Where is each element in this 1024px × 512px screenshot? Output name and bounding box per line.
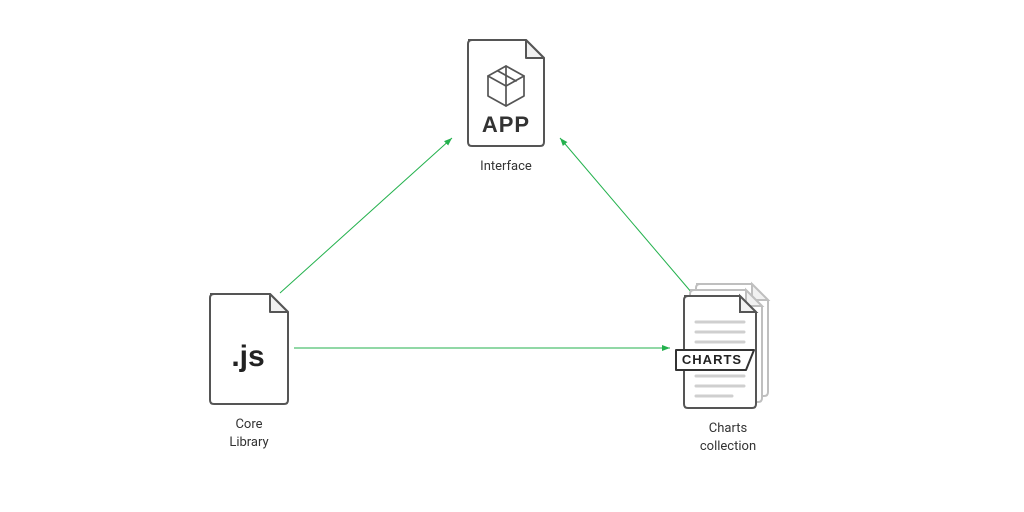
interface-caption: Interface [480, 158, 532, 176]
app-label-text: APP [482, 112, 530, 137]
core-caption: CoreLibrary [229, 416, 268, 451]
file-icon-app: APP [460, 36, 552, 150]
file-stack-icon-charts: CHARTS [672, 280, 784, 412]
diagram-canvas: APP Interface .js CoreLibrary [0, 0, 1024, 512]
node-charts-collection: CHARTS Chartscollection [672, 280, 784, 455]
file-icon-js: .js [202, 290, 296, 408]
charts-label-text: CHARTS [682, 352, 742, 367]
js-label-text: .js [231, 340, 264, 373]
node-interface: APP Interface [460, 36, 552, 176]
node-core-library: .js CoreLibrary [202, 290, 296, 451]
charts-caption: Chartscollection [700, 420, 756, 455]
